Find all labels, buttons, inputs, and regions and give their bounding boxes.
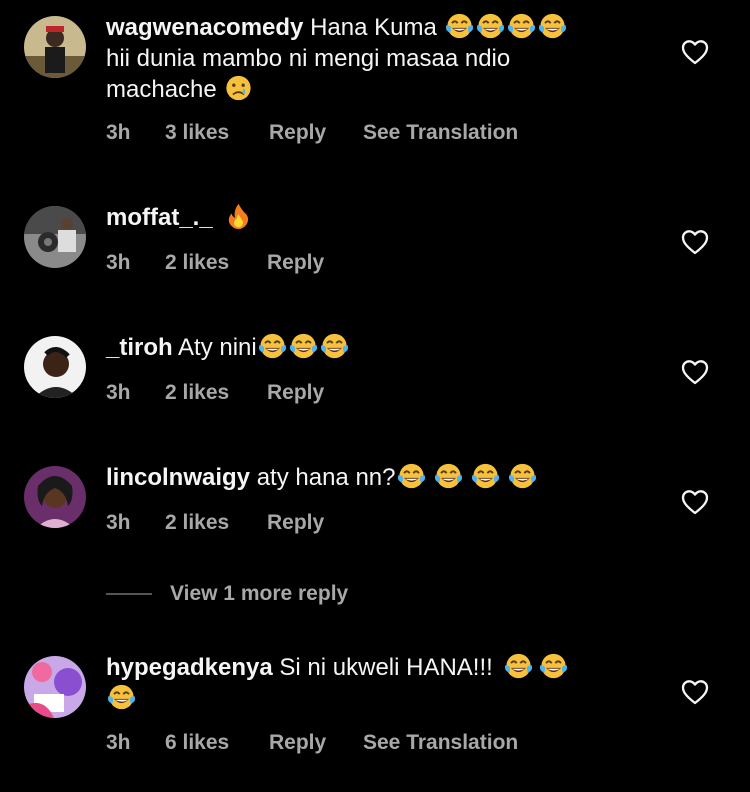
avatar[interactable] (24, 336, 86, 398)
reply-button[interactable]: Reply (267, 251, 324, 275)
laugh-emoji (506, 12, 537, 40)
laugh-emoji (319, 332, 350, 360)
comment-text: hypegadkenya Si ni ukweli HANA!!! (106, 652, 626, 714)
timestamp: 3h (106, 511, 131, 534)
timestamp: 3h (106, 731, 131, 754)
laugh-emoji (507, 462, 538, 490)
avatar[interactable] (24, 466, 86, 528)
comment-text: moffat_._ (106, 202, 626, 233)
likes-count[interactable]: 2 likes (165, 381, 267, 405)
timestamp: 3h (106, 121, 131, 144)
comment-meta: 3h 6 likes Reply See Translation (106, 731, 518, 755)
cry-emoji (223, 74, 254, 102)
likes-count[interactable]: 6 likes (165, 731, 269, 755)
see-translation-button[interactable]: See Translation (363, 121, 518, 145)
username[interactable]: hypegadkenya (106, 654, 273, 681)
laugh-emoji (396, 462, 427, 490)
laugh-emoji (538, 652, 569, 680)
divider-line (106, 593, 152, 595)
timestamp: 3h (106, 381, 131, 404)
view-more-replies-label[interactable]: View 1 more reply (170, 582, 348, 606)
laugh-emoji (257, 332, 288, 360)
see-translation-button[interactable]: See Translation (363, 731, 518, 755)
comment-text: wagwenacomedy Hana Kuma hii dunia mambo … (106, 12, 626, 105)
reply-button[interactable]: Reply (267, 381, 324, 405)
likes-count[interactable]: 2 likes (165, 511, 267, 535)
laugh-emoji (537, 12, 568, 40)
comment-meta: 3h 2 likes Reply (106, 381, 324, 405)
laugh-emoji (470, 462, 501, 490)
laugh-emoji (106, 683, 137, 711)
heart-icon[interactable] (681, 679, 709, 705)
username[interactable]: wagwenacomedy (106, 14, 303, 41)
laugh-emoji (288, 332, 319, 360)
laugh-emoji (475, 12, 506, 40)
heart-icon[interactable] (681, 359, 709, 385)
username[interactable]: moffat_._ (106, 204, 213, 231)
fire-emoji (223, 202, 254, 230)
comment-text: lincolnwaigy aty hana nn? (106, 462, 626, 493)
comment-meta: 3h 2 likes Reply (106, 251, 324, 275)
laugh-emoji (444, 12, 475, 40)
avatar[interactable] (24, 16, 86, 78)
laugh-emoji (433, 462, 464, 490)
comment-meta: 3h 2 likes Reply (106, 511, 324, 535)
laugh-emoji (503, 652, 534, 680)
heart-icon[interactable] (681, 39, 709, 65)
view-more-replies[interactable]: View 1 more reply (106, 582, 348, 606)
comment-text: _tiroh Aty nini (106, 332, 626, 363)
username[interactable]: _tiroh (106, 334, 173, 361)
likes-count[interactable]: 3 likes (165, 121, 269, 145)
heart-icon[interactable] (681, 489, 709, 515)
comment-meta: 3h 3 likes Reply See Translation (106, 121, 518, 145)
heart-icon[interactable] (681, 229, 709, 255)
likes-count[interactable]: 2 likes (165, 251, 267, 275)
avatar[interactable] (24, 656, 86, 718)
reply-button[interactable]: Reply (269, 121, 363, 145)
reply-button[interactable]: Reply (269, 731, 363, 755)
avatar[interactable] (24, 206, 86, 268)
reply-button[interactable]: Reply (267, 511, 324, 535)
username[interactable]: lincolnwaigy (106, 464, 250, 491)
timestamp: 3h (106, 251, 131, 274)
